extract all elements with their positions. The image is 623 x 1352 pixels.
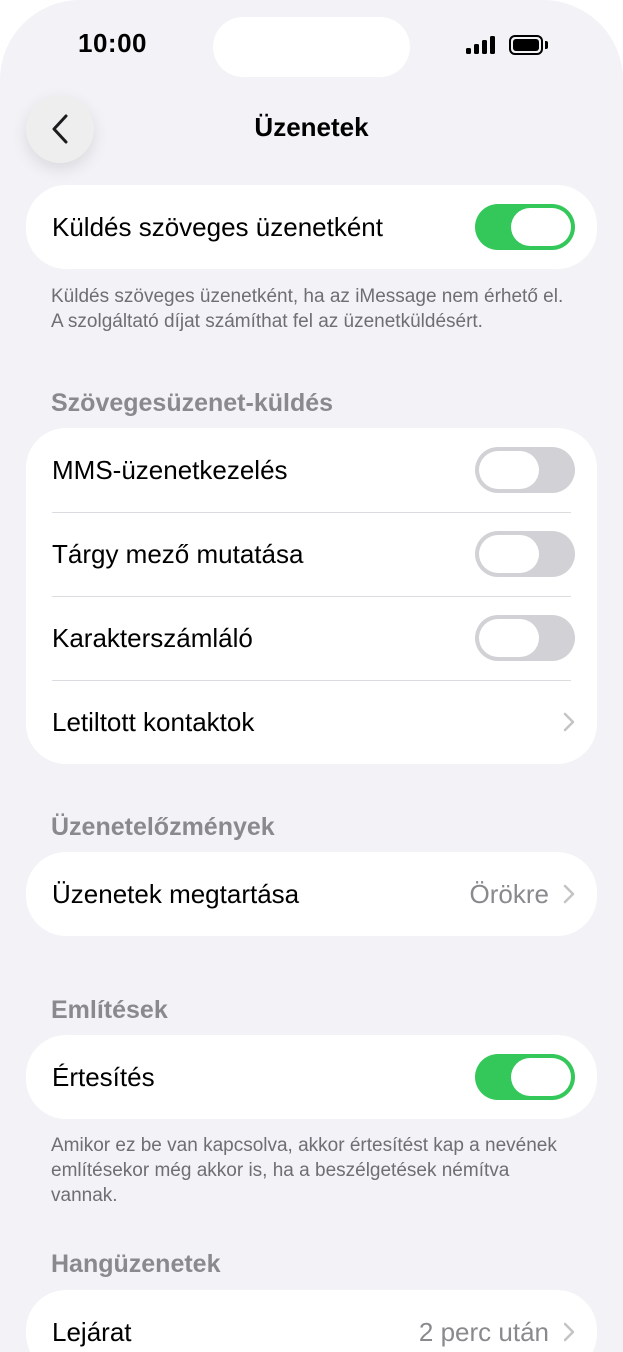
battery-tip (545, 41, 548, 49)
chevron-right-icon (563, 884, 575, 904)
keep-messages-label: Üzenetek megtartása (52, 878, 300, 909)
mentions-group: Értesítés (26, 1035, 597, 1119)
character-count-toggle[interactable] (475, 615, 575, 661)
show-subject-toggle[interactable] (475, 531, 575, 577)
history-group: Üzenetek megtartása Örökre (26, 852, 597, 936)
notify-row: Értesítés (26, 1035, 597, 1119)
cellular-signal-icon (466, 36, 495, 54)
toggle-knob (479, 619, 539, 657)
show-subject-label: Tárgy mező mutatása (52, 538, 304, 569)
keep-messages-value: Örökre (469, 878, 549, 909)
audio-section-header: Hangüzenetek (51, 1250, 221, 1278)
mms-messaging-toggle[interactable] (475, 447, 575, 493)
character-count-row: Karakterszámláló (26, 596, 597, 680)
toggle-knob (511, 208, 571, 246)
expire-label: Lejárat (52, 1316, 132, 1347)
mentions-section-header: Említések (51, 996, 168, 1024)
toggle-knob (511, 1058, 571, 1096)
dynamic-island (213, 17, 410, 77)
settings-screen: 10:00 Üzenetek Küldés szöveges üzenetkén… (0, 0, 623, 1352)
character-count-label: Karakterszámláló (52, 622, 253, 653)
show-subject-row: Tárgy mező mutatása (26, 512, 597, 596)
expire-row[interactable]: Lejárat 2 perc után (26, 1290, 597, 1352)
send-as-sms-footer: Küldés szöveges üzenetként, ha az iMessa… (51, 286, 564, 332)
expire-value: 2 perc után (418, 1316, 549, 1347)
keep-messages-row[interactable]: Üzenetek megtartása Örökre (26, 852, 597, 936)
page-title: Üzenetek (254, 112, 369, 142)
sms-settings-group: MMS-üzenetkezelés Tárgy mező mutatása Ka… (26, 428, 597, 764)
send-as-sms-toggle[interactable] (475, 204, 575, 250)
history-section-header: Üzenetelőzmények (51, 813, 275, 841)
toggle-knob (479, 451, 539, 489)
notify-toggle[interactable] (475, 1054, 575, 1100)
toggle-knob (479, 535, 539, 573)
battery-icon (509, 35, 543, 55)
mentions-footer: Amikor ez be van kapcsolva, akkor értesí… (51, 1135, 557, 1206)
blocked-contacts-label: Letiltott kontaktok (52, 706, 255, 737)
notify-label: Értesítés (52, 1061, 155, 1092)
audio-group: Lejárat 2 perc után (26, 1290, 597, 1352)
send-as-sms-group: Küldés szöveges üzenetként (26, 185, 597, 269)
blocked-contacts-row[interactable]: Letiltott kontaktok (26, 680, 597, 764)
status-time: 10:00 (78, 28, 147, 58)
mms-messaging-row: MMS-üzenetkezelés (26, 428, 597, 512)
mms-messaging-label: MMS-üzenetkezelés (52, 454, 288, 485)
sms-section-header: Szövegesüzenet-küldés (51, 389, 334, 417)
send-as-sms-label: Küldés szöveges üzenetként (52, 211, 383, 242)
send-as-sms-row: Küldés szöveges üzenetként (26, 185, 597, 269)
chevron-right-icon (563, 1322, 575, 1342)
chevron-right-icon (563, 712, 575, 732)
